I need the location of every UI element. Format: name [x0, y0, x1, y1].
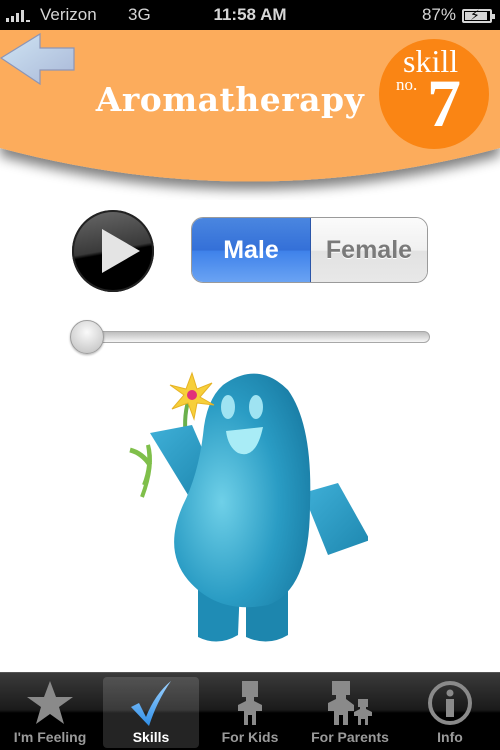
skill-number-badge: skill no. 7	[379, 39, 489, 149]
tab-skills[interactable]: Skills	[103, 677, 199, 748]
left-arrow-icon	[0, 32, 75, 86]
voice-option-male[interactable]: Male	[192, 218, 311, 282]
leaf	[129, 447, 153, 467]
tab-im-feeling[interactable]: I'm Feeling	[2, 677, 98, 748]
tab-label: Info	[437, 729, 463, 745]
tab-label: For Parents	[311, 729, 389, 745]
tab-info[interactable]: Info	[402, 677, 498, 748]
slider-thumb[interactable]	[70, 320, 104, 354]
header: Aromatherapy skill no. 7	[0, 30, 500, 200]
play-button[interactable]	[72, 210, 154, 292]
tab-label: Skills	[132, 729, 170, 745]
battery-charging-icon: ⚡	[462, 7, 495, 23]
mascot-illustration	[129, 371, 368, 642]
back-button[interactable]	[0, 32, 78, 88]
leaf	[140, 444, 152, 498]
kid-icon	[238, 681, 262, 725]
star-icon	[27, 681, 73, 724]
audio-progress-slider[interactable]	[70, 318, 430, 356]
parent-child-icon	[328, 681, 372, 725]
mascot-eye-right	[249, 395, 263, 419]
checkmark-icon	[131, 681, 171, 726]
mascot-right-arm	[303, 483, 368, 555]
tab-bar: I'm Feeling Skills For Kids For Parents …	[0, 672, 500, 750]
play-icon	[102, 229, 140, 273]
tab-label: For Kids	[221, 729, 279, 745]
voice-segmented-control: Male Female	[191, 217, 428, 283]
number-label: no.	[396, 75, 418, 94]
status-bar: Verizon 3G 11:58 AM 87% ⚡	[0, 0, 500, 30]
tab-for-kids[interactable]: For Kids	[202, 677, 298, 748]
mascot-eye-left	[221, 395, 235, 419]
page-title: Aromatherapy	[95, 80, 365, 119]
skill-number: 7	[427, 65, 461, 141]
slider-track[interactable]	[80, 331, 430, 343]
tab-for-parents[interactable]: For Parents	[302, 677, 398, 748]
voice-option-female[interactable]: Female	[311, 218, 427, 282]
tab-label: I'm Feeling	[13, 729, 87, 745]
battery-percent: 87%	[421, 5, 456, 24]
info-icon	[428, 681, 472, 725]
